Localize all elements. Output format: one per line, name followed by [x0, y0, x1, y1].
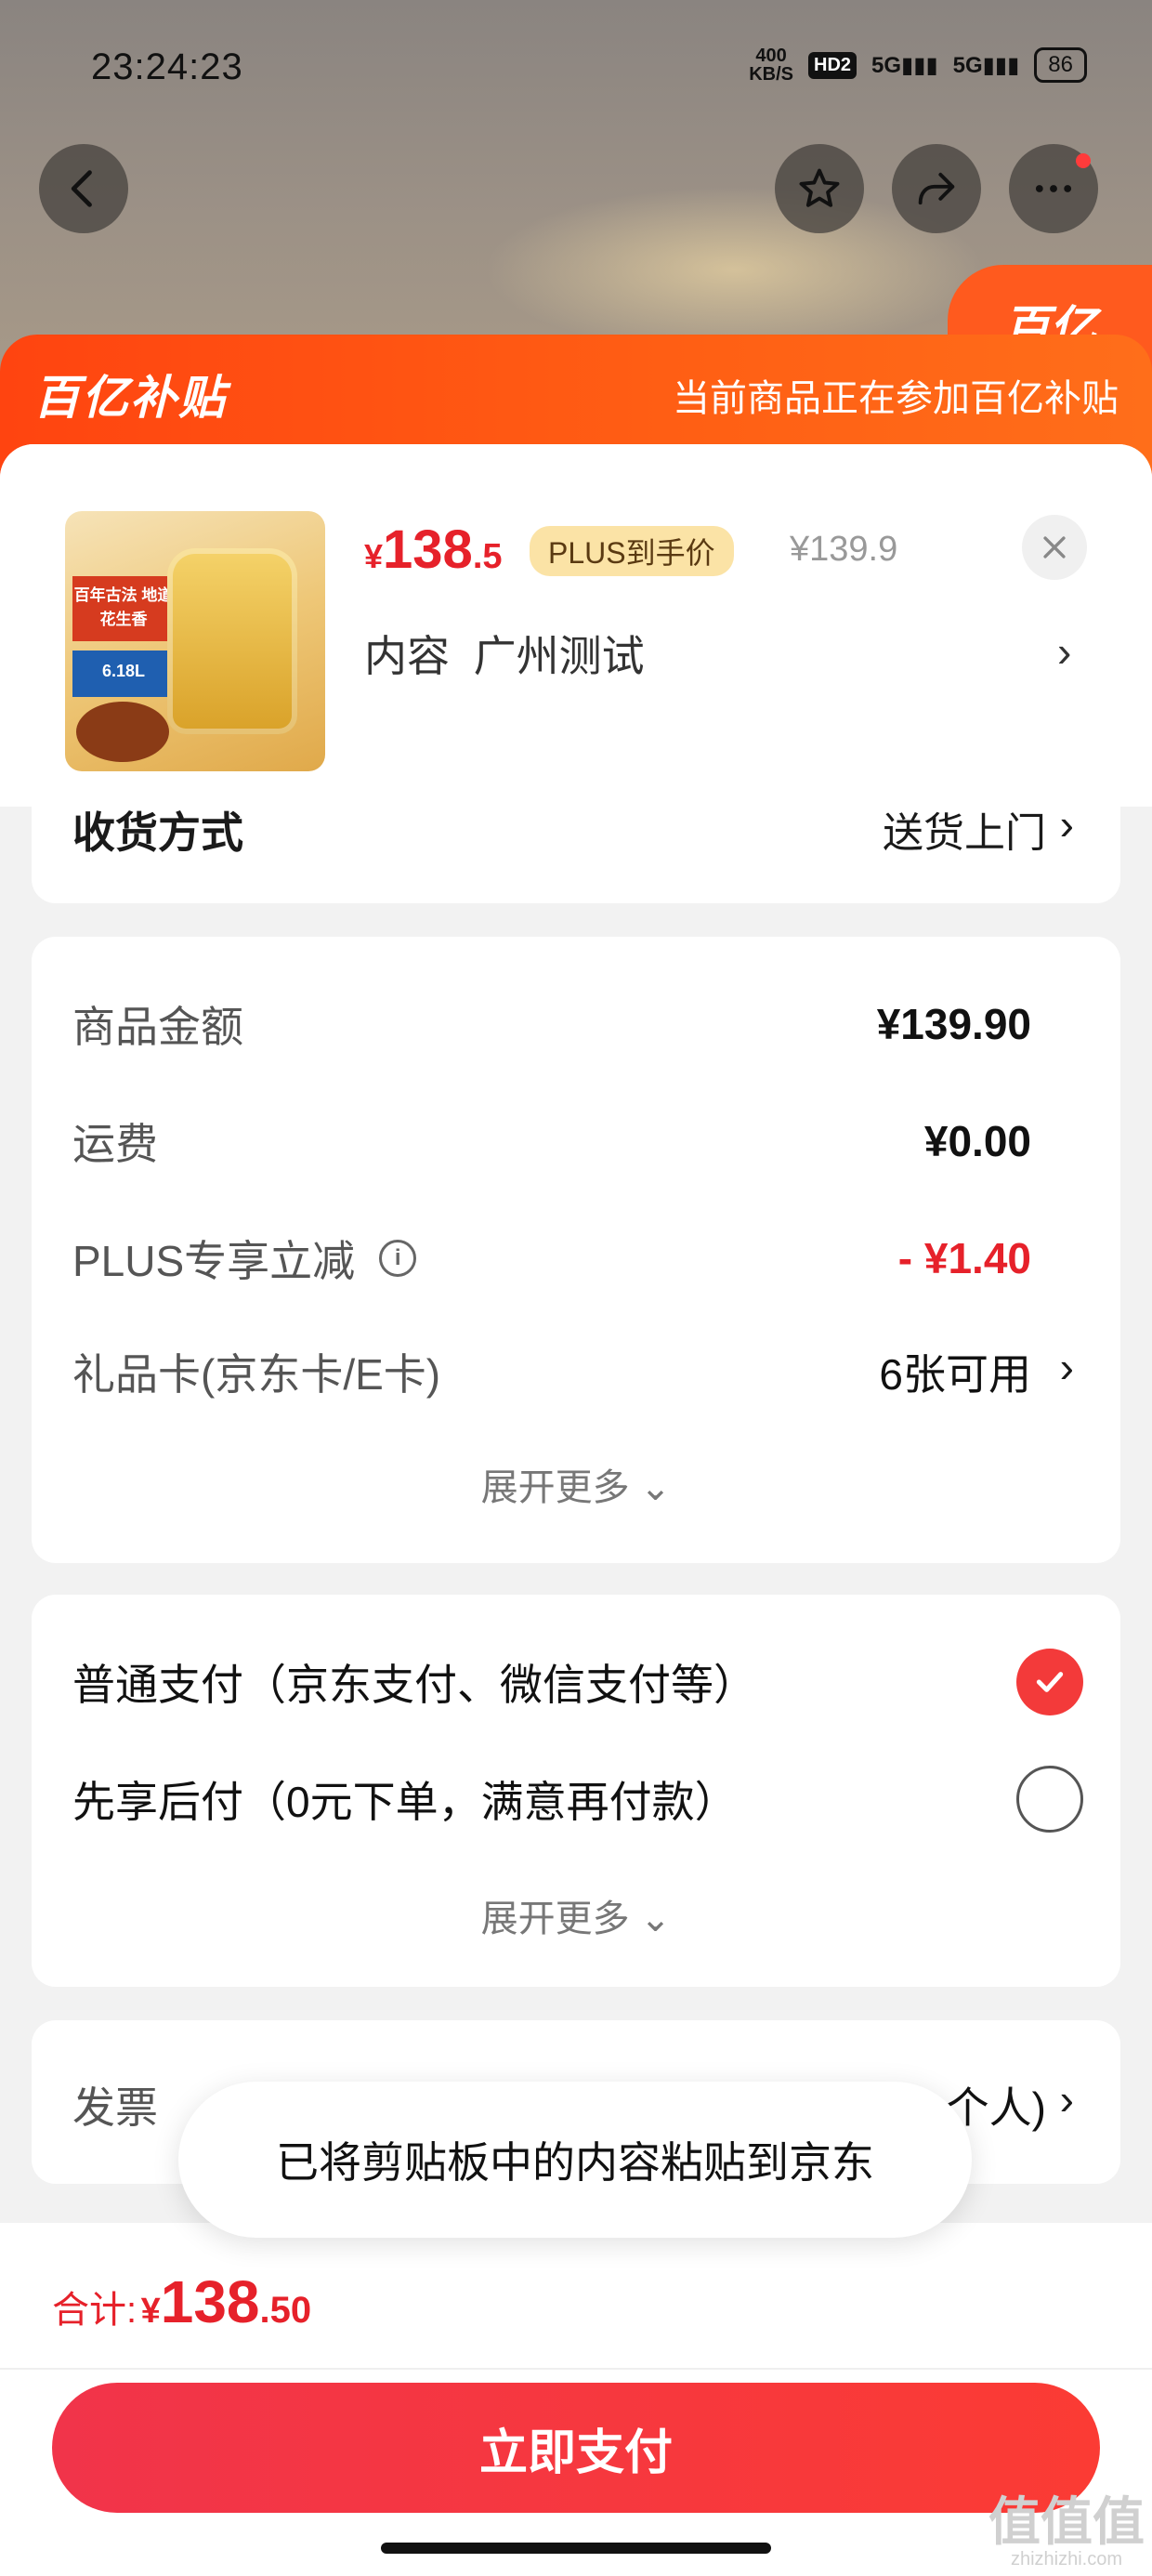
close-button[interactable]	[1022, 515, 1087, 580]
chevron-right-icon: ›	[1059, 800, 1074, 848]
clipboard-toast: 已将剪贴板中的内容粘贴到京东	[178, 2082, 972, 2238]
chevron-left-icon	[71, 170, 92, 207]
status-icons: 400 KB/S HD2 5G▮▮▮ 5G▮▮▮ 86	[749, 46, 1087, 84]
favorite-button[interactable]	[775, 144, 864, 233]
network-speed: 400 KB/S	[749, 46, 793, 85]
signal-icon-2: 5G▮▮▮	[952, 52, 1020, 78]
invoice-label: 发票	[72, 2083, 158, 2132]
fee-row-gift-card[interactable]: 礼品卡(京东卡/E卡) 6张可用	[72, 1334, 1031, 1409]
checkout-footer: 合计: ¥138.50 立即支付 值值值 zhizhizhi.com	[0, 2223, 1152, 2576]
pay-now-button[interactable]: 立即支付	[52, 2383, 1100, 2513]
oil-bottle-image	[167, 548, 297, 734]
fee-card: 商品金额 ¥139.90 运费 ¥0.00 PLUS专享立减 i - ¥1.40 礼品…	[32, 937, 1120, 1563]
shipping-value: 送货上门	[883, 810, 1046, 856]
thumb-tag-slogan: 百年古法 地道花生香	[72, 576, 175, 641]
footer-divider	[0, 2368, 1152, 2370]
watermark: 值值值 zhizhizhi.com	[988, 2492, 1145, 2570]
thumb-tag-volume: 6.18L	[72, 651, 175, 697]
chevron-right-icon: ›	[1057, 627, 1072, 676]
radio-unchecked[interactable]	[1016, 1766, 1083, 1833]
original-price: ¥139.9	[790, 530, 898, 569]
product-price: ¥138.5	[364, 519, 503, 580]
shipping-label: 收货方式	[72, 808, 243, 857]
payment-option-later[interactable]: 先享后付（0元下单，满意再付款）	[72, 1762, 1083, 1836]
more-dots-icon	[1035, 185, 1072, 192]
status-bar: 23:24:23 400 KB/S HD2 5G▮▮▮ 5G▮▮▮ 86	[0, 0, 1152, 139]
product-thumbnail: 百年古法 地道花生香 6.18L	[65, 511, 325, 771]
home-indicator[interactable]	[381, 2543, 771, 2554]
back-button[interactable]	[39, 144, 128, 233]
notification-dot	[1076, 153, 1091, 168]
chevron-right-icon: ›	[1059, 2075, 1074, 2123]
brand-logo: 百亿补贴	[33, 372, 227, 424]
spec-selector[interactable]: 内容 广州测试	[364, 623, 645, 684]
battery-icon: 86	[1034, 47, 1087, 83]
payment-expand-more[interactable]: 展开更多 ⌄	[32, 1888, 1120, 1942]
fees-expand-more[interactable]: 展开更多 ⌄	[32, 1457, 1120, 1511]
status-time: 23:24:23	[91, 46, 243, 87]
fee-row-goods: 商品金额 ¥139.90	[72, 1000, 1031, 1051]
share-button[interactable]	[892, 144, 981, 233]
check-icon	[1036, 1672, 1064, 1692]
info-icon[interactable]: i	[379, 1240, 417, 1277]
food-image	[76, 702, 169, 762]
product-summary: 百年古法 地道花生香 6.18L ¥138.5 PLUS到手价 ¥139.9 内…	[0, 444, 1152, 807]
radio-checked[interactable]	[1016, 1649, 1083, 1715]
star-icon	[799, 168, 840, 207]
hd-icon: HD2	[808, 51, 857, 79]
plus-price-badge: PLUS到手价	[530, 526, 734, 576]
close-icon	[1043, 536, 1066, 559]
promo-text: 当前商品正在参加百亿补贴	[673, 378, 1119, 419]
payment-option-standard[interactable]: 普通支付（京东支付、微信支付等）	[72, 1645, 1083, 1719]
share-icon	[918, 172, 955, 205]
signal-icon: 5G▮▮▮	[871, 52, 938, 78]
more-button[interactable]	[1009, 144, 1098, 233]
payment-card: 普通支付（京东支付、微信支付等） 先享后付（0元下单，满意再付款） 展开更多 ⌄	[32, 1595, 1120, 1987]
fee-row-plus-discount: PLUS专享立减 i - ¥1.40	[72, 1234, 1031, 1285]
order-total: 合计: ¥138.50	[52, 2268, 312, 2335]
chevron-right-icon: ›	[1059, 1343, 1074, 1391]
fee-row-shipping: 运费 ¥0.00	[72, 1117, 1031, 1168]
